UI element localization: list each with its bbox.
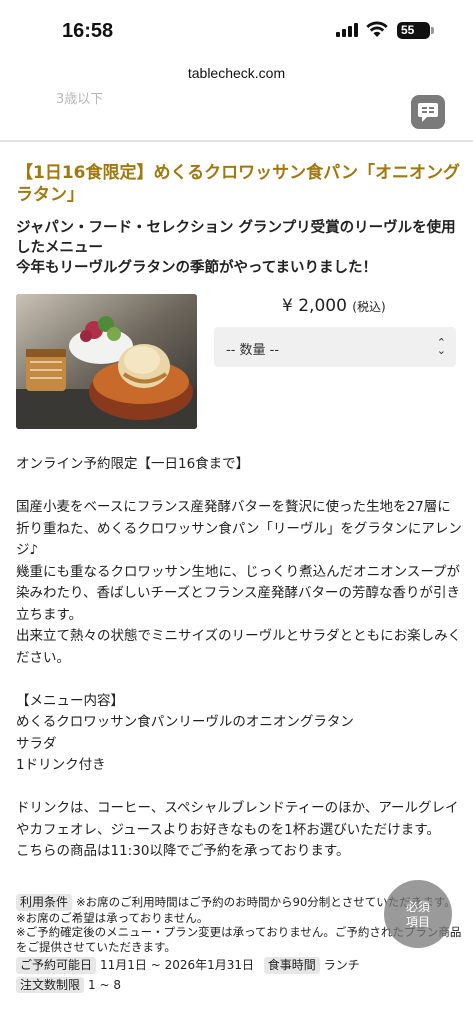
subtitle-line: 今年もリーヴルグラタンの季節がやってまいりました！ <box>16 260 378 276</box>
description-line: 【メニュー内容】 <box>16 692 124 709</box>
order-row: 注文数制限 1 ~ 8 <box>16 976 462 993</box>
period-value: 11月1日 ~ 2026年1月31日 <box>100 958 255 972</box>
description-line: ドリンクは、コーヒー、スペシャルブレンドティーのほか、アールグレイやカフェオレ、… <box>16 800 459 838</box>
product-description: オンライン予約限定【一日16食まで】 国産小麦をベースにフランス産発酵バターを贅… <box>16 454 462 863</box>
divider <box>0 140 473 142</box>
order-limit-tag: 注文数制限 <box>16 976 85 993</box>
description-line: 幾重にも重なるクロワッサン生地に、じっくり煮込んだオニオンスープが染みわたり、香… <box>16 563 461 623</box>
description-line <box>16 669 462 691</box>
description-line: 出来立て熱々の状態でミニサイズのリーヴルとサラダとともにお楽しみください。 <box>16 628 462 666</box>
quantity-select[interactable]: -- 数量 -- ⌃ ⌄ <box>214 327 456 367</box>
url-bar[interactable]: tablecheck.com <box>0 56 473 90</box>
description-line: 国産小麦をベースにフランス産発酵バターを贅沢に使った生地を27層に折り重ねた、め… <box>16 499 462 558</box>
status-bar: 16:58 55 <box>0 0 473 56</box>
product-title: 【1日16食限定】めくるクロワッサン食パン「オニオングラタン」 <box>16 163 460 205</box>
period-tag: ご予約可能日 <box>16 957 97 974</box>
updown-chevron-icon: ⌃ ⌄ <box>436 336 446 357</box>
chat-icon <box>418 103 438 122</box>
meal-tag: 食事時間 <box>263 957 320 974</box>
required-label: 項目 <box>405 915 430 929</box>
product-image[interactable] <box>16 294 197 429</box>
scrolled-text: 3歳以下 <box>56 92 104 107</box>
description-line: オンライン予約限定【一日16食まで】 <box>16 456 250 472</box>
required-label: 必須 <box>405 900 430 914</box>
description-line <box>16 476 462 498</box>
quantity-placeholder: -- 数量 -- <box>226 343 280 358</box>
period-row: ご予約可能日 11月1日 ~ 2026年1月31日 食事時間 ランチ <box>16 957 462 974</box>
status-time: 16:58 <box>62 20 114 42</box>
battery-level: 55 <box>401 23 415 37</box>
wifi-icon <box>366 21 388 37</box>
description-line: めくるクロワッサン食パンリーヴルのオニオングラタン <box>16 714 354 730</box>
required-items-button[interactable]: 必須 項目 <box>384 880 452 948</box>
subtitle-line: ジャパン・フード・セレクション グランプリ受賞のリーヴルを使用したメニュー <box>16 220 456 256</box>
battery-icon: 55 <box>397 22 430 39</box>
signal-icon <box>336 23 358 37</box>
battery-cap <box>431 27 434 34</box>
gratin-photo <box>16 294 197 429</box>
meal-value: ランチ <box>323 958 360 972</box>
product-subtitle: ジャパン・フード・セレクション グランプリ受賞のリーヴルを使用したメニュー 今年… <box>16 218 462 278</box>
description-line: 1ドリンク付き <box>16 757 106 773</box>
url-text[interactable]: tablecheck.com <box>0 65 473 81</box>
description-line: こちらの商品は11:30以降でご予約を承っております。 <box>16 843 350 859</box>
order-limit-value: 1 ~ 8 <box>88 977 121 992</box>
price: ¥ 2,000 (税込) <box>282 296 386 316</box>
usage-tag: 利用条件 <box>16 894 73 911</box>
price-tax-note: (税込) <box>352 300 386 314</box>
description-line: サラダ <box>16 735 57 752</box>
description-line <box>16 777 462 799</box>
price-value: ¥ 2,000 <box>282 296 347 316</box>
chat-button[interactable] <box>411 95 445 129</box>
